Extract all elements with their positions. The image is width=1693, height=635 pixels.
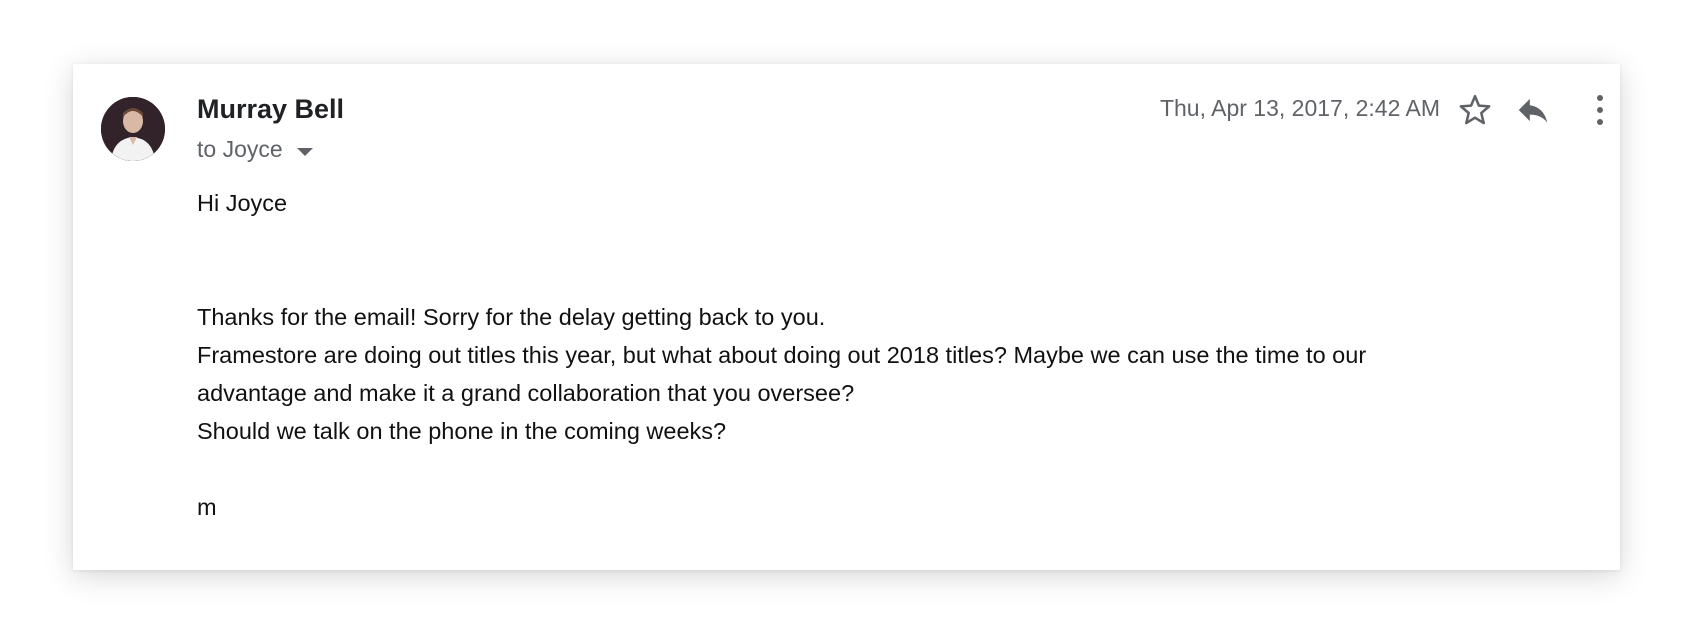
email-signoff: m: [197, 494, 217, 520]
body-line: Should we talk on the phone in the comin…: [197, 418, 727, 444]
email-timestamp: Thu, Apr 13, 2017, 2:42 AM: [1159, 95, 1440, 121]
reply-icon: [1518, 98, 1548, 123]
body-line: Framestore are doing out titles this yea…: [197, 342, 1367, 368]
email-greeting: Hi Joyce: [197, 190, 288, 216]
email-message-card: Murray Bell to Joyce Thu, Apr 13, 2017, …: [73, 64, 1620, 570]
caret-down-icon[interactable]: [296, 147, 313, 156]
body-line: Thanks for the email! Sorry for the dela…: [197, 304, 826, 330]
sender-avatar[interactable]: [101, 97, 165, 161]
star-outline-icon: [1459, 94, 1491, 125]
recipient-details-toggle[interactable]: to Joyce: [197, 136, 313, 163]
star-button[interactable]: [1451, 86, 1499, 134]
avatar-photo: [101, 97, 165, 161]
reply-button[interactable]: [1509, 86, 1557, 134]
body-line: advantage and make it a grand collaborat…: [197, 380, 855, 406]
more-vert-icon: [1597, 95, 1603, 125]
email-body: Hi Joyce Thanks for the email! Sorry for…: [197, 184, 1587, 526]
recipient-label: to Joyce: [197, 136, 283, 162]
more-options-button[interactable]: [1585, 86, 1615, 134]
sender-name[interactable]: Murray Bell: [197, 94, 344, 125]
